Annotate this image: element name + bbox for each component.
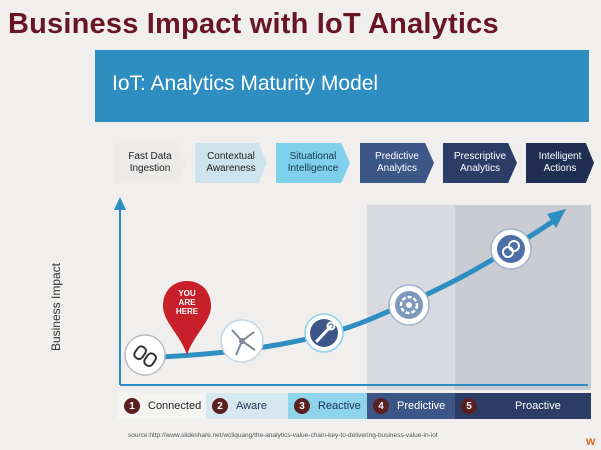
level-proactive: 5 Proactive: [455, 393, 591, 419]
y-axis-arrow: [114, 197, 126, 210]
level-connected: 1 Connected: [118, 393, 206, 419]
you-are-here-label: YOU ARE HERE: [175, 289, 199, 316]
level-label: Aware: [236, 400, 267, 412]
y-axis-label: Business Impact: [49, 262, 63, 352]
level-aware: 2 Aware: [206, 393, 288, 419]
network-icon: [220, 319, 264, 363]
level-label: Connected: [148, 400, 202, 412]
level-predictive: 4 Predictive: [367, 393, 455, 419]
level-reactive: 3 Reactive: [288, 393, 367, 419]
wrench-icon: [304, 313, 344, 353]
level-label: Proactive: [515, 400, 561, 412]
level-label: Reactive: [318, 400, 361, 412]
level-number: 3: [294, 398, 310, 414]
source-citation: source:http://www.slideshare.net/wcliqua…: [128, 432, 438, 439]
level-label: Predictive: [397, 400, 446, 412]
corner-logo: w: [586, 434, 596, 448]
refresh-icon: [490, 228, 532, 270]
level-number: 5: [461, 398, 477, 414]
level-number: 4: [373, 398, 389, 414]
level-number: 2: [212, 398, 228, 414]
gear-cycle-icon: [388, 284, 430, 326]
level-number: 1: [124, 398, 140, 414]
maturity-curve-chart: [114, 197, 591, 390]
link-icon: [124, 334, 166, 376]
